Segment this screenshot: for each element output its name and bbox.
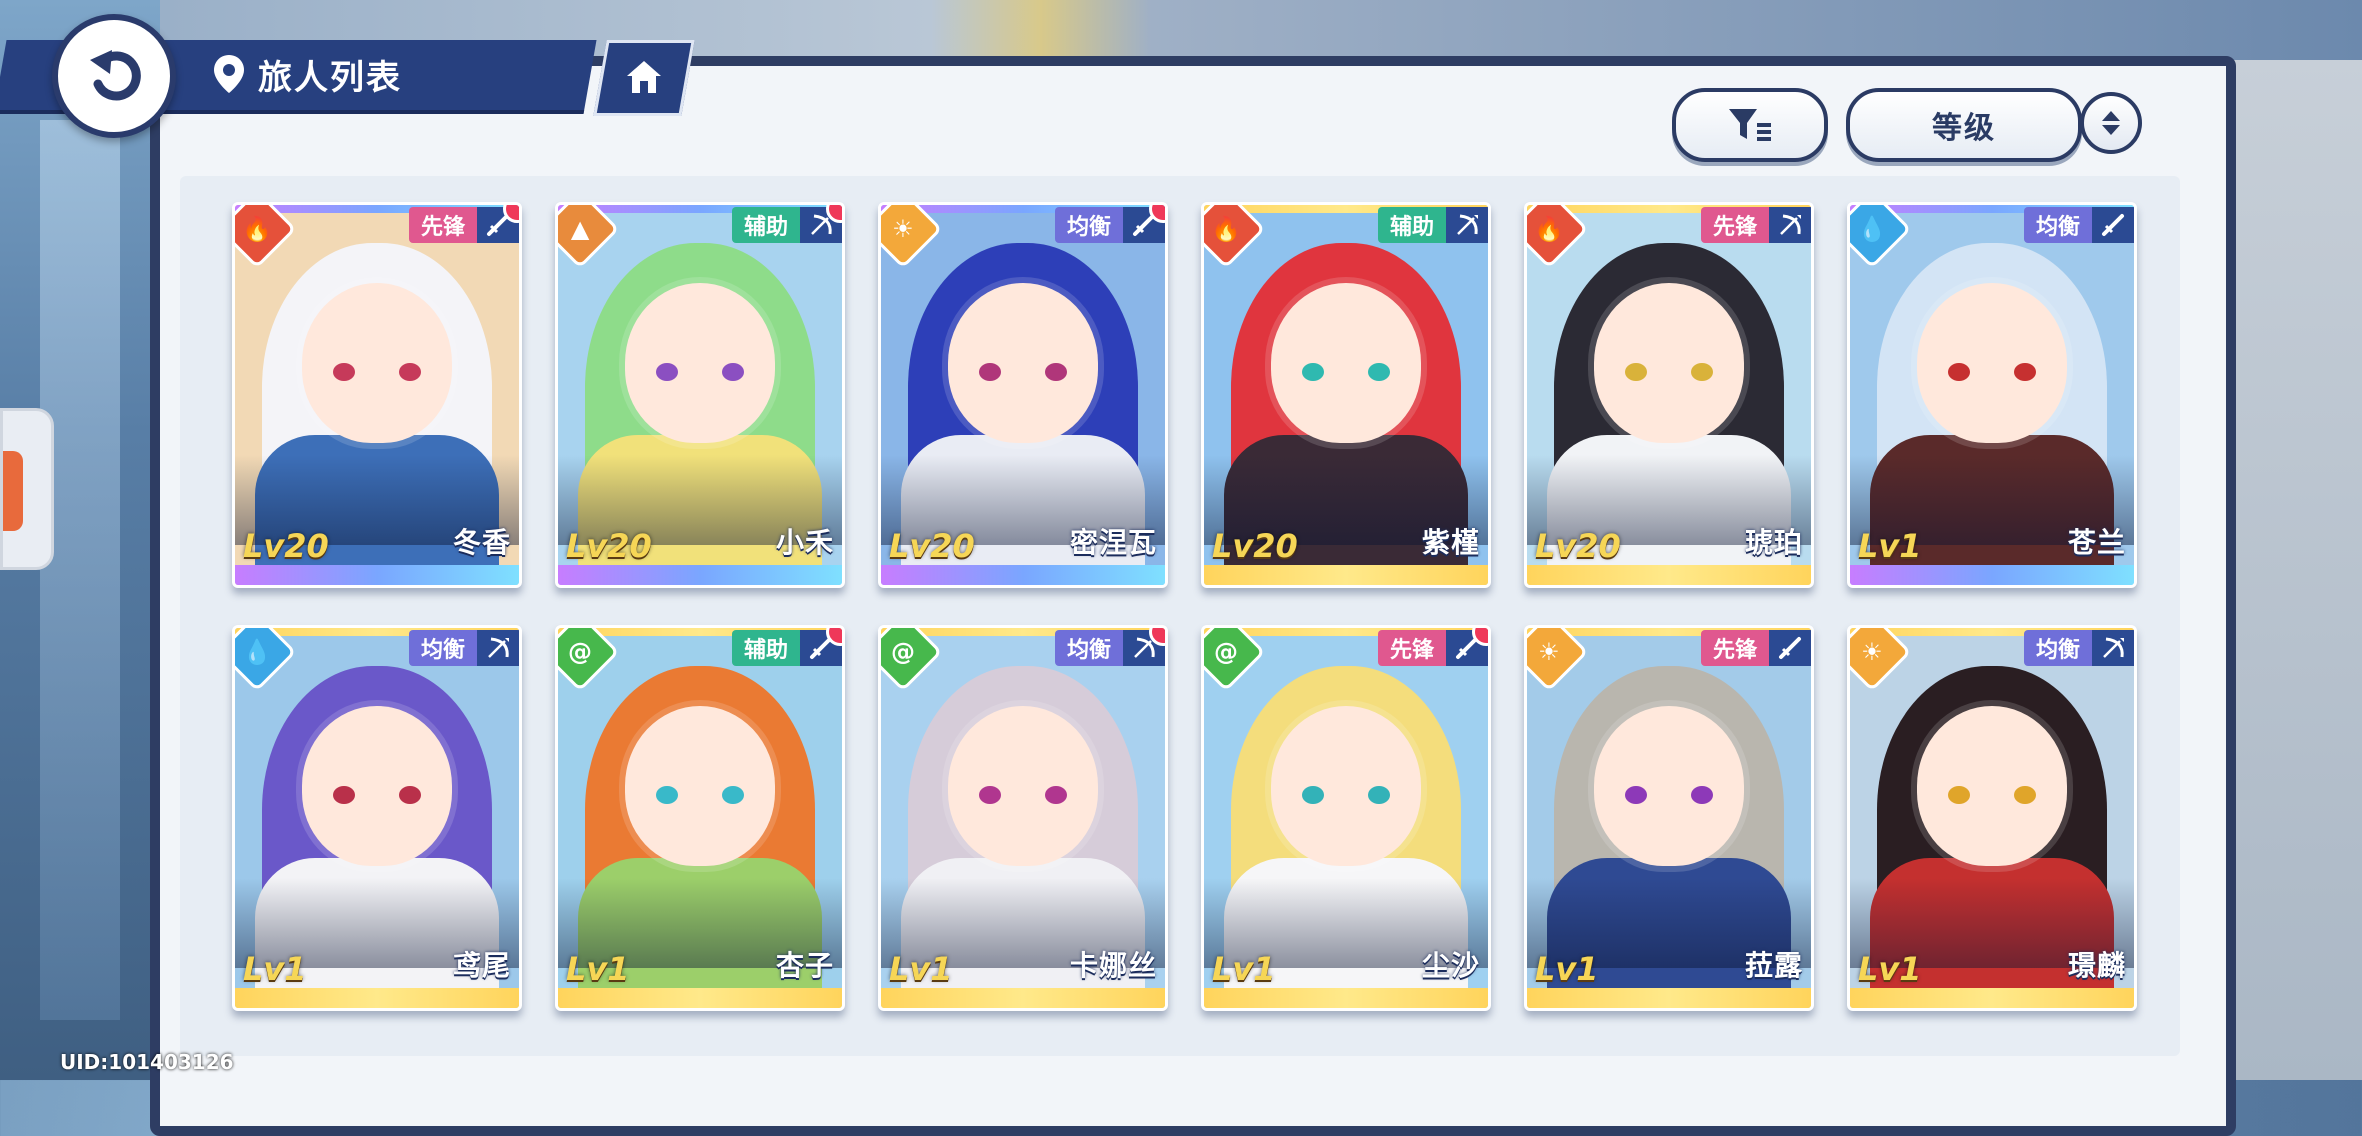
role-badge: 先锋 xyxy=(1700,630,1769,666)
filter-icon xyxy=(1729,109,1771,141)
character-name: 卡娜丝 xyxy=(1069,949,1157,982)
home-button[interactable] xyxy=(593,40,695,116)
role-badge: 先锋 xyxy=(408,207,477,243)
character-name: 璟麟 xyxy=(2067,949,2126,982)
character-portrait xyxy=(1204,213,1488,565)
role-badge: 均衡 xyxy=(1054,207,1123,243)
character-portrait xyxy=(1527,213,1811,565)
sort-up-icon xyxy=(2102,111,2120,121)
character-card[interactable]: 💧 均衡 Lv1 苍兰 xyxy=(1847,202,2137,588)
character-card[interactable]: ▲ 辅助 Lv20 小禾 xyxy=(555,202,845,588)
character-level: Lv20 xyxy=(1212,527,1298,565)
background-right xyxy=(2222,60,2362,1080)
character-portrait xyxy=(558,213,842,565)
character-level: Lv20 xyxy=(243,527,329,565)
background-window xyxy=(40,120,120,1020)
uid-label: UID:101403126 xyxy=(60,1050,234,1074)
character-level: Lv20 xyxy=(889,527,975,565)
character-name: 尘沙 xyxy=(1421,949,1480,982)
character-level: Lv1 xyxy=(1535,950,1599,988)
character-card[interactable]: ☀ 均衡 Lv20 密涅瓦 xyxy=(878,202,1168,588)
back-arrow-icon xyxy=(90,50,141,101)
character-name: 紫槿 xyxy=(1421,526,1480,559)
character-level: Lv1 xyxy=(243,950,307,988)
character-level: Lv20 xyxy=(1535,527,1621,565)
character-name: 密涅瓦 xyxy=(1069,526,1157,559)
character-portrait xyxy=(881,636,1165,988)
bow-icon xyxy=(2092,630,2134,666)
bow-icon xyxy=(1769,207,1811,243)
location-pin-icon xyxy=(214,55,244,93)
role-badge: 均衡 xyxy=(1054,630,1123,666)
header-title-group: 旅人列表 xyxy=(212,46,402,102)
sort-down-icon xyxy=(2102,125,2120,135)
character-portrait xyxy=(558,636,842,988)
character-card[interactable]: @ 辅助 Lv1 杏子 xyxy=(555,625,845,1011)
character-card[interactable]: ☀ 先锋 Lv1 菈露 xyxy=(1524,625,1814,1011)
character-name: 小禾 xyxy=(775,526,834,559)
character-name: 苍兰 xyxy=(2067,526,2126,559)
character-card[interactable]: @ 均衡 Lv1 卡娜丝 xyxy=(878,625,1168,1011)
home-icon xyxy=(627,61,661,93)
role-badge: 辅助 xyxy=(731,630,800,666)
role-badge: 均衡 xyxy=(2023,207,2092,243)
role-badge: 辅助 xyxy=(1377,207,1446,243)
character-portrait xyxy=(1527,636,1811,988)
character-level: Lv1 xyxy=(566,950,630,988)
bow-icon xyxy=(1446,207,1488,243)
character-portrait xyxy=(881,213,1165,565)
role-badge: 均衡 xyxy=(408,630,477,666)
character-name: 琥珀 xyxy=(1744,526,1803,559)
role-badge: 均衡 xyxy=(2023,630,2092,666)
role-badge: 先锋 xyxy=(1700,207,1769,243)
sort-dropdown[interactable]: 等级 xyxy=(1846,88,2082,162)
character-card[interactable]: ☀ 均衡 Lv1 璟麟 xyxy=(1847,625,2137,1011)
character-portrait xyxy=(235,636,519,988)
character-level: Lv20 xyxy=(566,527,652,565)
character-portrait xyxy=(235,213,519,565)
character-name: 杏子 xyxy=(775,949,834,982)
back-button[interactable] xyxy=(52,14,176,138)
character-card[interactable]: 🔥 先锋 Lv20 琥珀 xyxy=(1524,202,1814,588)
filter-button[interactable] xyxy=(1672,88,1828,162)
character-card[interactable]: @ 先锋 Lv1 尘沙 xyxy=(1201,625,1491,1011)
character-level: Lv1 xyxy=(1858,527,1922,565)
sort-order-toggle[interactable] xyxy=(2080,92,2142,154)
character-name: 鸢尾 xyxy=(452,949,511,982)
character-card[interactable]: 💧 均衡 Lv1 鸢尾 xyxy=(232,625,522,1011)
character-portrait xyxy=(1850,636,2134,988)
sword-icon xyxy=(1769,630,1811,666)
bow-icon xyxy=(477,630,519,666)
character-name: 菈露 xyxy=(1744,949,1803,982)
sword-icon xyxy=(2092,207,2134,243)
character-name: 冬香 xyxy=(452,526,511,559)
character-level: Lv1 xyxy=(1212,950,1276,988)
role-badge: 辅助 xyxy=(731,207,800,243)
character-level: Lv1 xyxy=(1858,950,1922,988)
character-card[interactable]: 🔥 先锋 Lv20 冬香 xyxy=(232,202,522,588)
role-badge: 先锋 xyxy=(1377,630,1446,666)
character-level: Lv1 xyxy=(889,950,953,988)
character-portrait xyxy=(1204,636,1488,988)
side-tab[interactable] xyxy=(0,408,54,570)
page-title: 旅人列表 xyxy=(258,57,402,98)
character-portrait xyxy=(1850,213,2134,565)
character-card[interactable]: 🔥 辅助 Lv20 紫槿 xyxy=(1201,202,1491,588)
